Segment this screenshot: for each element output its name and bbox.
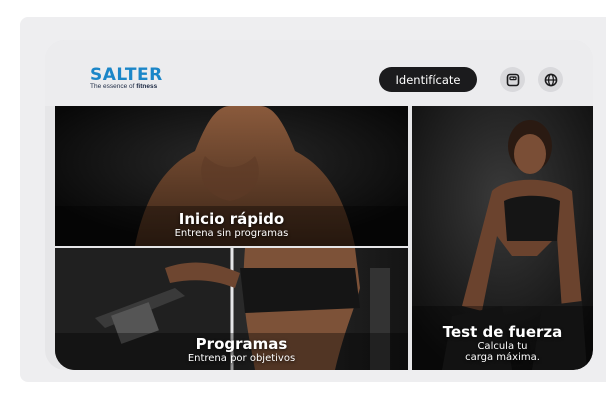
programs-subtitle: Entrena por objetivos [187,353,296,364]
strength-test-tile[interactable]: Test de fuerza Calcula tu carga máxima. [412,106,593,370]
strength-test-label: Test de fuerza Calcula tu carga máxima. [442,323,563,364]
quick-start-title: Inicio rápido [178,210,285,228]
top-bar: SALTER The essence of fitness Identifíca… [45,40,593,106]
quick-start-label: Inicio rápido Entrena sin programas [174,210,289,240]
quick-start-subtitle: Entrena sin programas [174,228,289,239]
logo-tagline: The essence of fitness [90,83,158,90]
scale-icon [506,73,519,86]
strength-test-subtitle-line1: Calcula tu [477,341,528,352]
app-screen: SALTER The essence of fitness Identifíca… [45,40,593,370]
logo-wordmark: SALTER [90,65,163,85]
login-button[interactable]: Identifícate [379,67,477,92]
programs-label: Programas Entrena por objetivos [187,335,296,365]
strength-test-title: Test de fuerza [442,323,563,341]
quick-start-tile[interactable]: Inicio rápido Entrena sin programas [55,106,408,246]
globe-icon [544,73,557,86]
scale-button[interactable] [500,67,525,92]
strength-test-subtitle-line2: carga máxima. [465,352,540,363]
salter-logo[interactable]: SALTER The essence of fitness [90,67,163,91]
programs-title: Programas [195,335,288,353]
programs-tile[interactable]: Programas Entrena por objetivos [55,248,408,370]
language-button[interactable] [538,67,563,92]
